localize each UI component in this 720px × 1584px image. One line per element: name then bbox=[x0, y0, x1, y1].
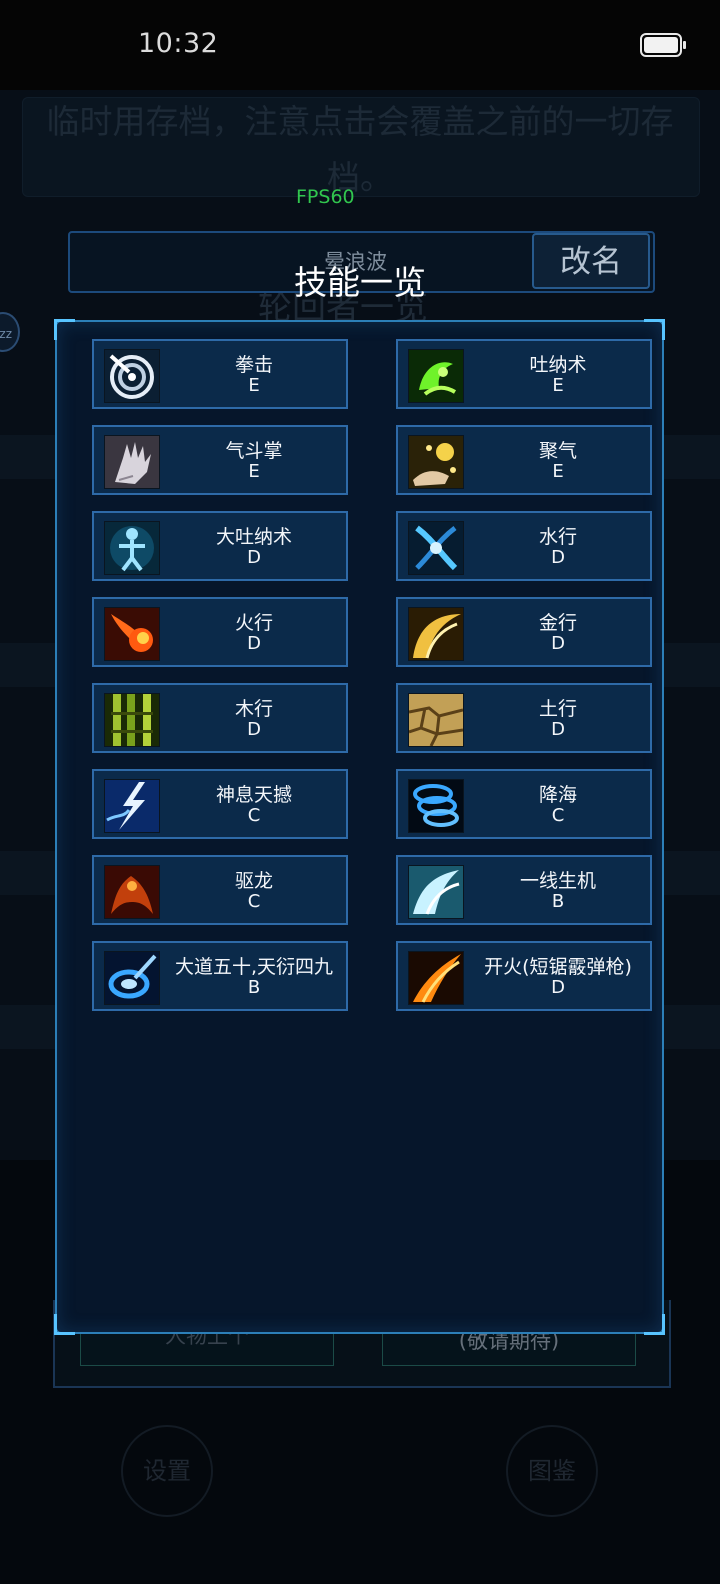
skill-grade: D bbox=[551, 977, 565, 998]
skill-card[interactable]: 吐纳术 E bbox=[396, 339, 652, 409]
skill-name: 气斗掌 bbox=[225, 440, 283, 462]
skill-card[interactable]: 气斗掌 E bbox=[92, 425, 348, 495]
skill-grade: D bbox=[247, 633, 261, 654]
dialog-title: 技能一览 bbox=[294, 263, 426, 302]
skill-name: 聚气 bbox=[538, 440, 577, 462]
water-rings-icon bbox=[408, 779, 464, 833]
skill-card[interactable]: 水行 D bbox=[396, 511, 652, 581]
skill-card[interactable]: 开火(短锯霰弹枪) D bbox=[396, 941, 652, 1011]
dialog-corner bbox=[54, 319, 75, 340]
dialog-corner bbox=[644, 319, 665, 340]
dialog-corner bbox=[644, 1314, 665, 1335]
cracked-earth-icon bbox=[408, 693, 464, 747]
skill-grade: D bbox=[247, 547, 261, 568]
skill-name: 拳击 bbox=[234, 354, 273, 376]
palm-hand-icon bbox=[104, 435, 160, 489]
skill-grade: B bbox=[247, 977, 261, 998]
golden-arc-icon bbox=[408, 607, 464, 661]
skill-card[interactable]: 驱龙 C bbox=[92, 855, 348, 925]
bamboo-icon bbox=[104, 693, 160, 747]
skill-grade: B bbox=[551, 891, 565, 912]
codex-round-button[interactable]: 图鉴 bbox=[506, 1425, 598, 1517]
skill-name: 金行 bbox=[538, 612, 577, 634]
skill-name: 驱龙 bbox=[234, 870, 273, 892]
skill-grade: D bbox=[247, 719, 261, 740]
skill-grade: C bbox=[551, 805, 565, 826]
skill-card[interactable]: 大吐纳术 D bbox=[92, 511, 348, 581]
skill-name: 大吐纳术 bbox=[215, 526, 292, 548]
skill-card[interactable]: 聚气 E bbox=[396, 425, 652, 495]
red-dragon-icon bbox=[104, 865, 160, 919]
target-spiral-icon bbox=[104, 349, 160, 403]
skill-name: 土行 bbox=[538, 698, 577, 720]
fireball-icon bbox=[104, 607, 160, 661]
skill-card[interactable]: 拳击 E bbox=[92, 339, 348, 409]
save-notice-text: 临时用存档，注意点击会覆盖之前的一切存档。 bbox=[46, 102, 674, 197]
skill-name: 降海 bbox=[538, 784, 577, 806]
status-bar: 10:32 bbox=[0, 0, 720, 90]
skill-grade: D bbox=[551, 719, 565, 740]
skill-grade: C bbox=[247, 891, 261, 912]
skill-name: 水行 bbox=[538, 526, 577, 548]
skill-card[interactable]: 一线生机 B bbox=[396, 855, 652, 925]
skill-grade: E bbox=[552, 461, 564, 482]
dialog-corner bbox=[54, 1314, 75, 1335]
skill-card[interactable]: 火行 D bbox=[92, 597, 348, 667]
skill-name: 火行 bbox=[234, 612, 273, 634]
green-breath-icon bbox=[408, 349, 464, 403]
skill-card[interactable]: 大道五十,天衍四九 B bbox=[92, 941, 348, 1011]
meditating-figure-icon bbox=[104, 521, 160, 575]
battery-full-icon bbox=[640, 33, 686, 57]
settings-round-button[interactable]: 设置 bbox=[121, 1425, 213, 1517]
skill-grade: E bbox=[552, 375, 564, 396]
fps-counter: FPS60 bbox=[296, 186, 355, 208]
skill-name: 神息天撼 bbox=[215, 784, 292, 806]
skill-card[interactable]: 土行 D bbox=[396, 683, 652, 753]
lightning-icon bbox=[104, 779, 160, 833]
skill-grade: D bbox=[551, 547, 565, 568]
status-time: 10:32 bbox=[138, 28, 219, 59]
skill-name: 木行 bbox=[234, 698, 273, 720]
ice-wing-icon bbox=[408, 865, 464, 919]
skill-card[interactable]: 神息天撼 C bbox=[92, 769, 348, 839]
skill-card[interactable]: 金行 D bbox=[396, 597, 652, 667]
skill-list-dialog: 拳击 E 吐纳术 E 气斗掌 E 聚气 E 大吐纳术 D 水行 D 火行 D 金行 D 木行 D 土行 D 神息天撼 C 降… bbox=[54, 319, 665, 1335]
skill-card[interactable]: 木行 D bbox=[92, 683, 348, 753]
blue-vortex-icon bbox=[104, 951, 160, 1005]
skill-name: 大道五十,天衍四九 bbox=[174, 956, 334, 978]
skill-name: 开火(短锯霰弹枪) bbox=[484, 956, 632, 978]
skill-grade: E bbox=[248, 375, 260, 396]
fire-slash-icon bbox=[408, 951, 464, 1005]
skill-card[interactable]: 降海 C bbox=[396, 769, 652, 839]
skill-grade: C bbox=[247, 805, 261, 826]
water-vortex-icon bbox=[408, 521, 464, 575]
skill-grade: D bbox=[551, 633, 565, 654]
skill-name: 一线生机 bbox=[519, 870, 596, 892]
skill-name: 吐纳术 bbox=[529, 354, 587, 376]
skill-grade: E bbox=[248, 461, 260, 482]
gather-qi-hand-icon bbox=[408, 435, 464, 489]
